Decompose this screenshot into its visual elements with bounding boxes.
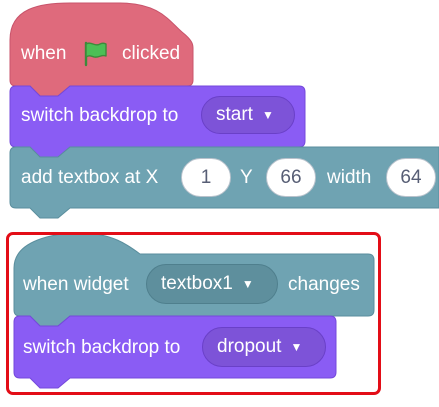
y-label: Y bbox=[240, 167, 253, 188]
add-textbox-label: add textbox at X bbox=[21, 167, 159, 188]
width-value-input[interactable]: 64 bbox=[386, 158, 436, 197]
switch-backdrop-label: switch backdrop to bbox=[21, 105, 179, 126]
backdrop-dropdown-value: start bbox=[216, 104, 253, 125]
highlight-box bbox=[6, 232, 381, 395]
backdrop-dropdown-start[interactable]: start ▼ bbox=[201, 96, 295, 134]
x-value-input[interactable]: 1 bbox=[181, 158, 231, 197]
hat-clicked-label: clicked bbox=[122, 43, 181, 64]
hat-when-label: when bbox=[21, 43, 67, 64]
chevron-down-icon: ▼ bbox=[261, 108, 274, 122]
width-label: width bbox=[327, 167, 372, 188]
green-flag-icon bbox=[84, 41, 107, 67]
y-value-input[interactable]: 66 bbox=[266, 158, 316, 197]
